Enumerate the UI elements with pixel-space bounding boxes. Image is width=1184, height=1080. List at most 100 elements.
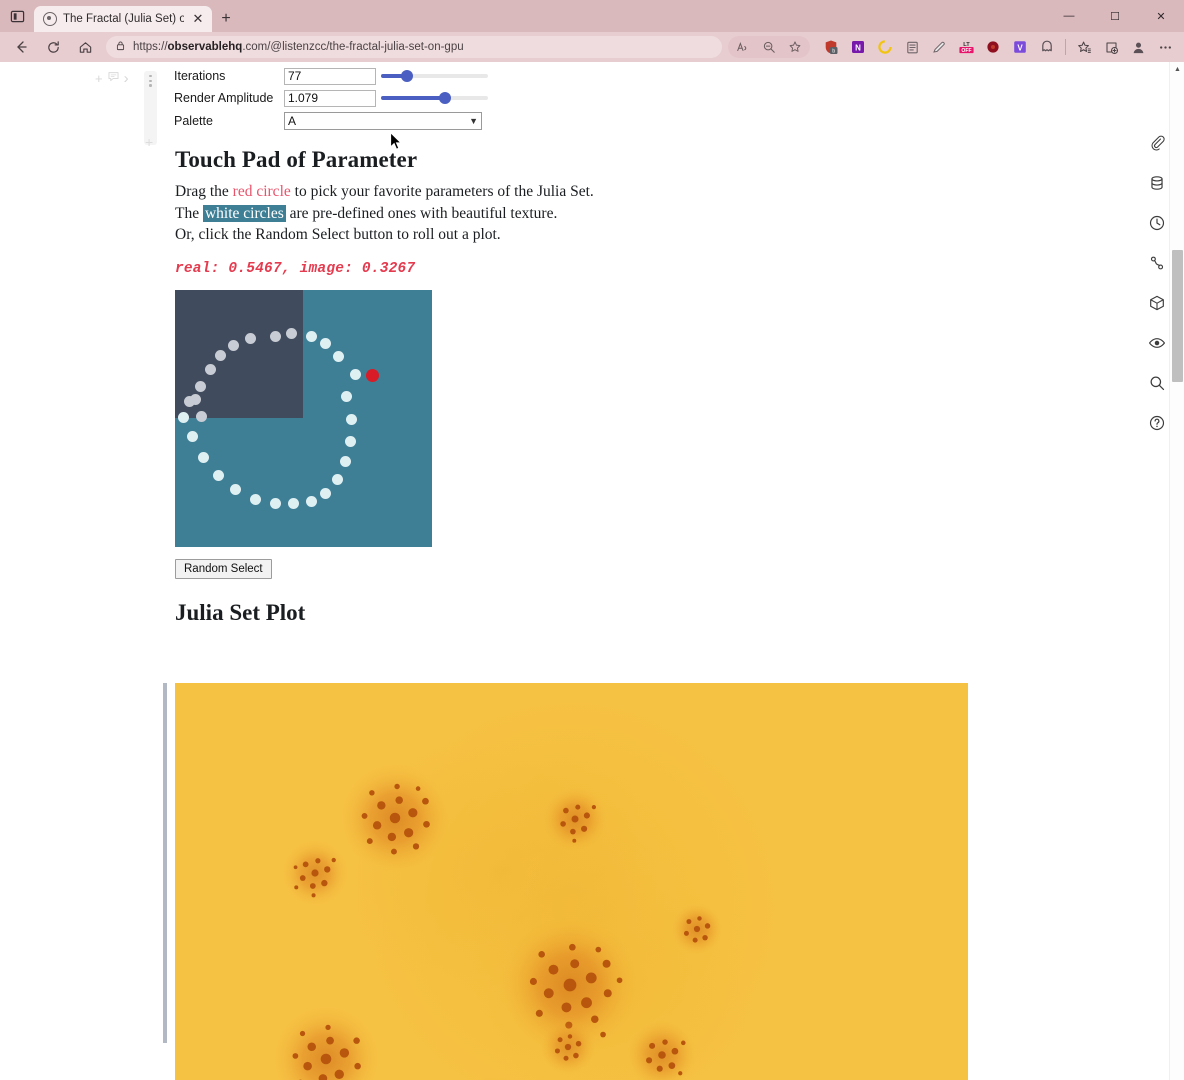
new-tab-button[interactable]: + xyxy=(212,6,240,32)
address-actions-group xyxy=(728,36,810,58)
touchpad-white-dot[interactable] xyxy=(204,364,216,375)
touchpad-white-dot[interactable] xyxy=(197,452,209,463)
palette-value: A xyxy=(288,113,297,128)
more-icon[interactable] xyxy=(1152,35,1178,59)
touchpad-white-dot[interactable] xyxy=(269,331,281,342)
help-circle-icon[interactable] xyxy=(1146,412,1168,434)
touchpad-white-dot[interactable] xyxy=(244,333,256,344)
touchpad-white-dot[interactable] xyxy=(285,328,297,339)
julia-set-plot[interactable] xyxy=(175,683,968,1080)
scrollbar-thumb[interactable] xyxy=(1172,250,1183,382)
param-row-amplitude: Render Amplitude 1.079 xyxy=(174,87,488,109)
plot-left-bar xyxy=(163,683,167,1043)
red-dot-extension-icon[interactable] xyxy=(980,35,1006,59)
eye-icon[interactable] xyxy=(1146,332,1168,354)
iterations-input[interactable]: 77 xyxy=(284,67,376,85)
touchpad-heading: Touch Pad of Parameter xyxy=(175,147,418,172)
touchpad-white-dot[interactable] xyxy=(186,431,198,442)
page-scrollbar[interactable]: ▲ xyxy=(1169,62,1184,1080)
touchpad-white-dot[interactable] xyxy=(340,391,352,402)
add-cell-below-icon[interactable]: + xyxy=(145,134,153,150)
description-line-1: Drag the red circle to pick your favorit… xyxy=(175,183,594,200)
svg-text:V: V xyxy=(1017,43,1023,52)
zoom-out-icon[interactable] xyxy=(756,35,782,59)
onenote-icon[interactable]: N xyxy=(845,35,871,59)
render-amplitude-slider[interactable] xyxy=(381,90,488,107)
touchpad-white-dot[interactable] xyxy=(319,338,331,349)
palette-select[interactable]: A ▼ xyxy=(284,111,482,130)
touchpad-white-dot[interactable] xyxy=(349,369,361,380)
close-icon[interactable]: ✕ xyxy=(190,11,206,27)
touchpad-white-dot[interactable] xyxy=(229,484,241,495)
paperclip-icon[interactable] xyxy=(1146,132,1168,154)
touchpad-white-dot[interactable] xyxy=(177,412,189,423)
maximize-button[interactable]: ☐ xyxy=(1092,0,1138,32)
shield-extension-icon[interactable]: b xyxy=(818,35,844,59)
iterations-slider[interactable] xyxy=(381,68,488,85)
home-icon[interactable] xyxy=(70,34,100,60)
julia-set-fractal xyxy=(175,683,968,1080)
touchpad-white-dot[interactable] xyxy=(194,381,206,392)
url-text: https://observablehq.com/@listenzcc/the-… xyxy=(133,41,464,53)
back-icon[interactable] xyxy=(6,34,36,60)
read-aloud-icon[interactable] xyxy=(730,35,756,59)
loading-extension-icon[interactable] xyxy=(872,35,898,59)
address-bar[interactable]: https://observablehq.com/@listenzcc/the-… xyxy=(106,36,722,58)
ghost-extension-icon[interactable] xyxy=(1034,35,1060,59)
touchpad-white-dot[interactable] xyxy=(214,350,226,361)
svg-text:b: b xyxy=(832,48,835,54)
favorites-add-icon[interactable] xyxy=(782,35,808,59)
touchpad-white-dot[interactable] xyxy=(212,470,224,481)
connections-icon[interactable] xyxy=(1146,252,1168,274)
touchpad-white-dot[interactable] xyxy=(331,474,343,485)
package-box-icon[interactable] xyxy=(1146,292,1168,314)
palette-label: Palette xyxy=(174,113,213,128)
add-to-collection-icon[interactable] xyxy=(1098,35,1124,59)
touchpad-white-dot[interactable] xyxy=(332,351,344,362)
random-select-button[interactable]: Random Select xyxy=(175,558,272,579)
add-cell-icon[interactable]: + xyxy=(95,71,103,86)
browser-tab[interactable]: The Fractal (Julia Set) on GPU / O ✕ xyxy=(34,6,212,32)
title-bar: The Fractal (Julia Set) on GPU / O ✕ + —… xyxy=(0,0,1184,32)
scroll-up-arrow[interactable]: ▲ xyxy=(1170,62,1184,77)
database-icon[interactable] xyxy=(1146,172,1168,194)
slider-thumb[interactable] xyxy=(401,70,413,82)
touchpad-white-dot[interactable] xyxy=(249,494,261,505)
description-line-2: The white circles are pre-defined ones w… xyxy=(175,204,558,222)
reading-list-icon[interactable] xyxy=(899,35,925,59)
touchpad-white-dot[interactable] xyxy=(287,498,299,509)
search-icon[interactable] xyxy=(1146,372,1168,394)
browser-window: The Fractal (Julia Set) on GPU / O ✕ + —… xyxy=(0,0,1184,1080)
reload-icon[interactable] xyxy=(38,34,68,60)
touchpad-white-dot[interactable] xyxy=(345,414,357,425)
touchpad-white-dot[interactable] xyxy=(269,498,281,509)
red-circle-text: red circle xyxy=(232,183,291,200)
close-window-button[interactable]: ✕ xyxy=(1138,0,1184,32)
touchpad-white-dot[interactable] xyxy=(319,488,331,499)
touchpad-white-dot[interactable] xyxy=(305,496,317,507)
v-extension-icon[interactable]: V xyxy=(1007,35,1033,59)
tab-actions-icon[interactable] xyxy=(0,0,34,32)
touchpad-white-dot[interactable] xyxy=(305,331,317,342)
param-row-iterations: Iterations 77 xyxy=(174,65,488,87)
touchpad-white-dot[interactable] xyxy=(189,394,201,405)
touchpad-white-dot[interactable] xyxy=(339,456,351,467)
touchpad-white-dot[interactable] xyxy=(227,340,239,351)
lt-off-icon[interactable]: LT OFF xyxy=(953,35,979,59)
touchpad-white-dot[interactable] xyxy=(195,411,207,422)
page-viewport: + › + Iterations 77 Render Amplitude 1.0… xyxy=(0,62,1184,1080)
touchpad-white-dot[interactable] xyxy=(344,436,356,447)
slider-thumb[interactable] xyxy=(439,92,451,104)
render-amplitude-input[interactable]: 1.079 xyxy=(284,89,376,107)
minimize-button[interactable]: — xyxy=(1046,0,1092,32)
profile-icon[interactable] xyxy=(1125,35,1151,59)
history-clock-icon[interactable] xyxy=(1146,212,1168,234)
highlighter-icon[interactable] xyxy=(926,35,952,59)
parameter-touchpad[interactable] xyxy=(175,289,432,547)
iterations-label: Iterations xyxy=(174,69,226,83)
touchpad-red-dot[interactable] xyxy=(365,369,379,382)
chevron-right-icon[interactable]: › xyxy=(124,70,129,87)
toolbar-right-group: b N LT OFF V xyxy=(728,35,1178,59)
comment-icon[interactable] xyxy=(107,70,120,86)
collections-icon[interactable] xyxy=(1071,35,1097,59)
